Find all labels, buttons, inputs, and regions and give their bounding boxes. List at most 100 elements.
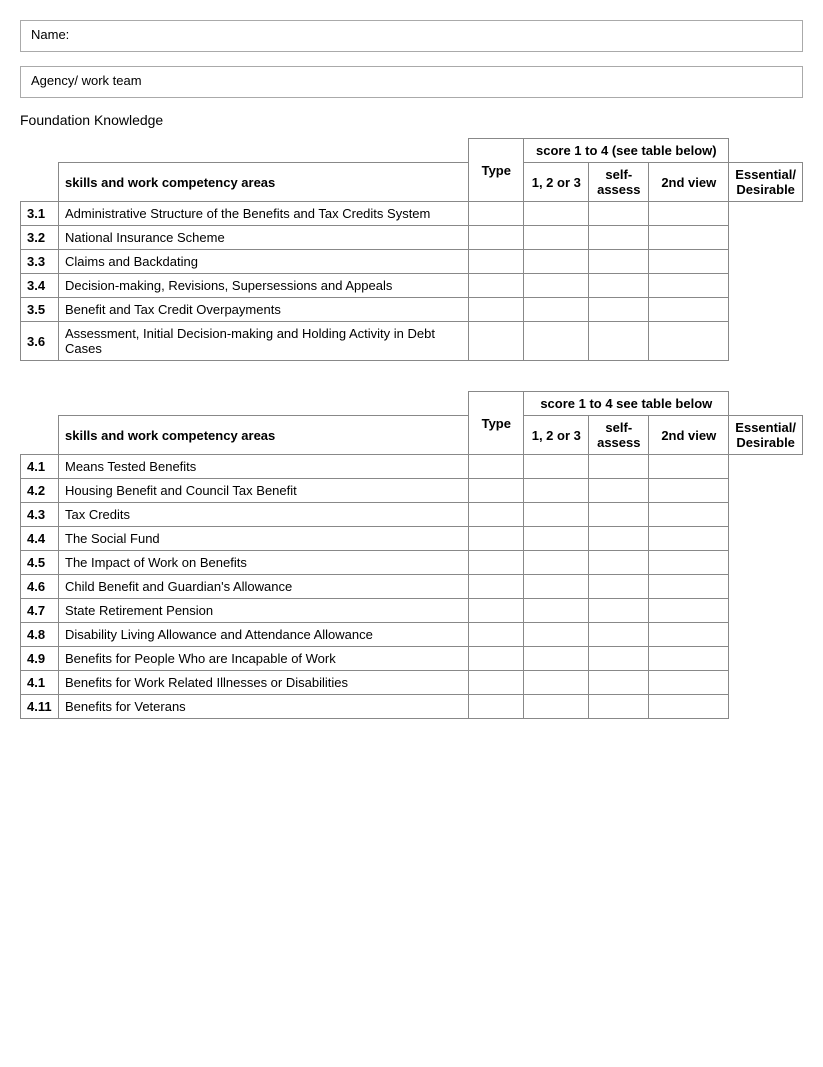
type-subheader: 1, 2 or 3 bbox=[524, 163, 589, 202]
agency-field[interactable]: Agency/ work team bbox=[20, 66, 803, 98]
row-num: 4.2 bbox=[21, 479, 59, 503]
row-num: 3.1 bbox=[21, 202, 59, 226]
empty-num-subheader2 bbox=[21, 416, 59, 455]
row-num: 4.4 bbox=[21, 527, 59, 551]
row-essential[interactable] bbox=[649, 695, 729, 719]
empty-skill-header2 bbox=[59, 392, 469, 416]
table-row: 4.11 Benefits for Veterans bbox=[21, 695, 803, 719]
row-essential[interactable] bbox=[649, 226, 729, 250]
row-second-view[interactable] bbox=[589, 599, 649, 623]
row-self-assess[interactable] bbox=[524, 298, 589, 322]
row-type[interactable] bbox=[469, 503, 524, 527]
row-type[interactable] bbox=[469, 599, 524, 623]
row-self-assess[interactable] bbox=[524, 599, 589, 623]
row-self-assess[interactable] bbox=[524, 322, 589, 361]
row-type[interactable] bbox=[469, 202, 524, 226]
row-self-assess[interactable] bbox=[524, 503, 589, 527]
row-type[interactable] bbox=[469, 551, 524, 575]
row-self-assess[interactable] bbox=[524, 274, 589, 298]
row-second-view[interactable] bbox=[589, 479, 649, 503]
row-type[interactable] bbox=[469, 455, 524, 479]
section1-body: 3.1 Administrative Structure of the Bene… bbox=[21, 202, 803, 361]
row-type[interactable] bbox=[469, 274, 524, 298]
row-type[interactable] bbox=[469, 695, 524, 719]
row-type[interactable] bbox=[469, 527, 524, 551]
row-second-view[interactable] bbox=[589, 455, 649, 479]
row-num: 4.3 bbox=[21, 503, 59, 527]
row-essential[interactable] bbox=[649, 527, 729, 551]
row-self-assess[interactable] bbox=[524, 575, 589, 599]
row-essential[interactable] bbox=[649, 671, 729, 695]
row-self-assess[interactable] bbox=[524, 551, 589, 575]
row-essential[interactable] bbox=[649, 274, 729, 298]
table-row: 4.2 Housing Benefit and Council Tax Bene… bbox=[21, 479, 803, 503]
row-essential[interactable] bbox=[649, 250, 729, 274]
row-num: 4.6 bbox=[21, 575, 59, 599]
row-essential[interactable] bbox=[649, 503, 729, 527]
row-second-view[interactable] bbox=[589, 671, 649, 695]
row-num: 4.7 bbox=[21, 599, 59, 623]
row-second-view[interactable] bbox=[589, 250, 649, 274]
row-self-assess[interactable] bbox=[524, 202, 589, 226]
row-num: 3.4 bbox=[21, 274, 59, 298]
row-self-assess[interactable] bbox=[524, 455, 589, 479]
section2-body: 4.1 Means Tested Benefits 4.2 Housing Be… bbox=[21, 455, 803, 719]
type-header2: Type bbox=[469, 392, 524, 455]
row-num: 4.5 bbox=[21, 551, 59, 575]
row-second-view[interactable] bbox=[589, 527, 649, 551]
row-self-assess[interactable] bbox=[524, 647, 589, 671]
row-skill: Benefits for People Who are Incapable of… bbox=[59, 647, 469, 671]
row-type[interactable] bbox=[469, 479, 524, 503]
row-second-view[interactable] bbox=[589, 623, 649, 647]
row-type[interactable] bbox=[469, 623, 524, 647]
row-type[interactable] bbox=[469, 671, 524, 695]
row-num: 3.3 bbox=[21, 250, 59, 274]
row-self-assess[interactable] bbox=[524, 695, 589, 719]
row-essential[interactable] bbox=[649, 575, 729, 599]
row-type[interactable] bbox=[469, 298, 524, 322]
row-second-view[interactable] bbox=[589, 298, 649, 322]
row-second-view[interactable] bbox=[589, 322, 649, 361]
row-self-assess[interactable] bbox=[524, 250, 589, 274]
row-essential[interactable] bbox=[649, 551, 729, 575]
row-essential[interactable] bbox=[649, 202, 729, 226]
row-second-view[interactable] bbox=[589, 695, 649, 719]
row-second-view[interactable] bbox=[589, 647, 649, 671]
row-second-view[interactable] bbox=[589, 274, 649, 298]
row-essential[interactable] bbox=[649, 647, 729, 671]
row-self-assess[interactable] bbox=[524, 226, 589, 250]
row-second-view[interactable] bbox=[589, 551, 649, 575]
row-essential[interactable] bbox=[649, 623, 729, 647]
row-skill: Administrative Structure of the Benefits… bbox=[59, 202, 469, 226]
row-essential[interactable] bbox=[649, 479, 729, 503]
row-skill: Claims and Backdating bbox=[59, 250, 469, 274]
row-essential[interactable] bbox=[649, 322, 729, 361]
table-row: 3.4 Decision-making, Revisions, Superses… bbox=[21, 274, 803, 298]
row-skill: Benefits for Work Related Illnesses or D… bbox=[59, 671, 469, 695]
row-essential[interactable] bbox=[649, 455, 729, 479]
row-essential[interactable] bbox=[649, 298, 729, 322]
table-row: 4.4 The Social Fund bbox=[21, 527, 803, 551]
row-type[interactable] bbox=[469, 322, 524, 361]
row-skill: National Insurance Scheme bbox=[59, 226, 469, 250]
row-num: 4.8 bbox=[21, 623, 59, 647]
empty-skill-header bbox=[59, 139, 469, 163]
row-second-view[interactable] bbox=[589, 202, 649, 226]
name-field[interactable]: Name: bbox=[20, 20, 803, 52]
row-type[interactable] bbox=[469, 647, 524, 671]
table-row: 4.5 The Impact of Work on Benefits bbox=[21, 551, 803, 575]
row-num: 3.2 bbox=[21, 226, 59, 250]
row-second-view[interactable] bbox=[589, 575, 649, 599]
row-self-assess[interactable] bbox=[524, 623, 589, 647]
row-second-view[interactable] bbox=[589, 503, 649, 527]
row-type[interactable] bbox=[469, 226, 524, 250]
row-self-assess[interactable] bbox=[524, 671, 589, 695]
row-self-assess[interactable] bbox=[524, 527, 589, 551]
row-essential[interactable] bbox=[649, 599, 729, 623]
row-type[interactable] bbox=[469, 575, 524, 599]
row-second-view[interactable] bbox=[589, 226, 649, 250]
section1-header-row2: skills and work competency areas 1, 2 or… bbox=[21, 163, 803, 202]
row-skill: Housing Benefit and Council Tax Benefit bbox=[59, 479, 469, 503]
row-type[interactable] bbox=[469, 250, 524, 274]
row-self-assess[interactable] bbox=[524, 479, 589, 503]
